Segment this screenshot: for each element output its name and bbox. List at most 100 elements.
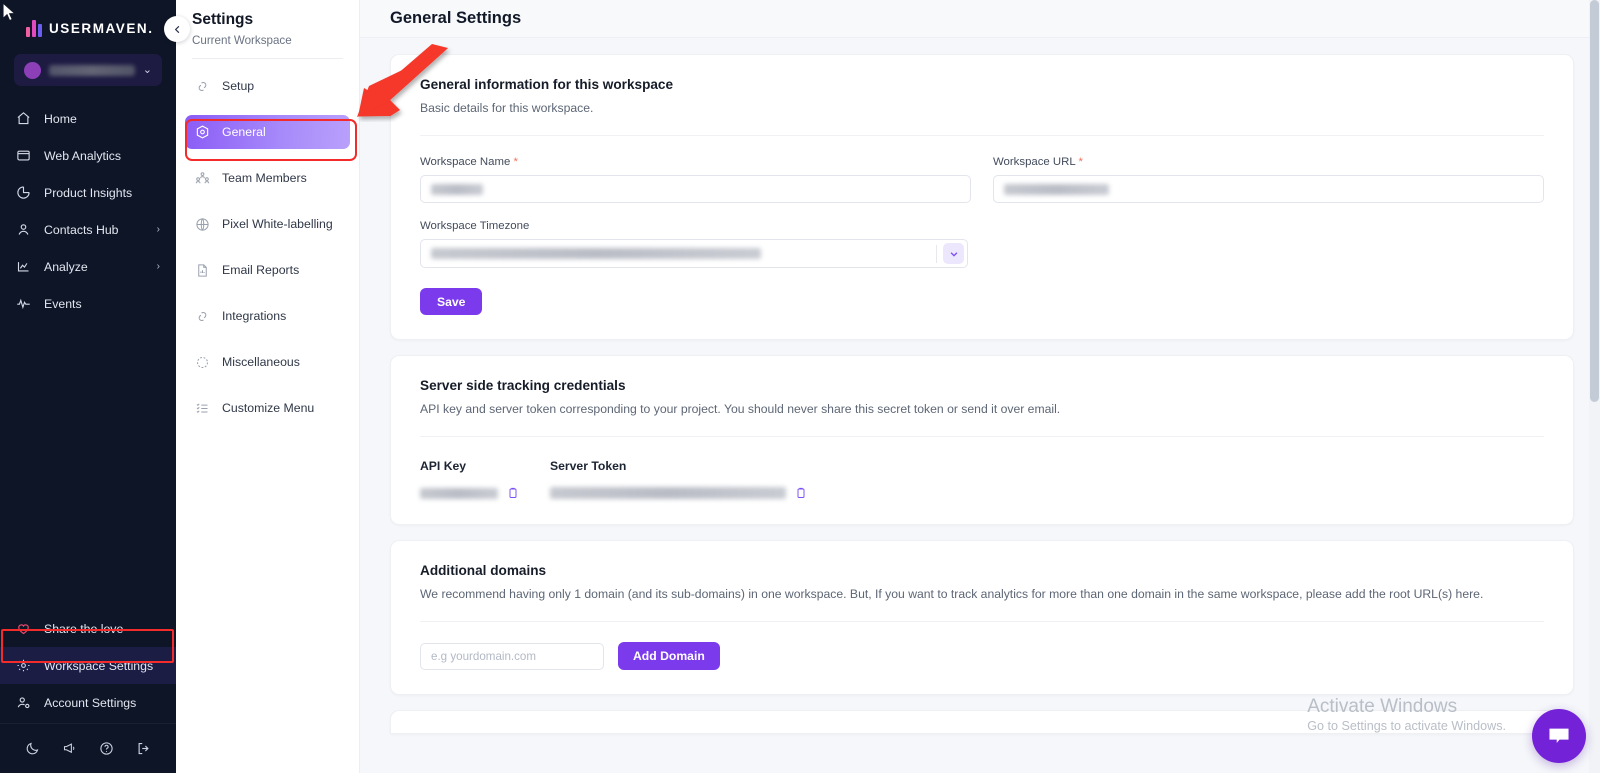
- main-content: General Settings General information for…: [360, 0, 1600, 773]
- dashed-circle-icon: [195, 355, 210, 370]
- workspace-timezone-label: Workspace Timezone: [420, 220, 968, 232]
- chart-area-icon: [16, 259, 31, 274]
- megaphone-icon[interactable]: [62, 741, 78, 757]
- home-icon: [16, 111, 31, 126]
- team-icon: [195, 171, 210, 186]
- primary-nav: Home Web Analytics Product Insights Cont…: [0, 100, 176, 322]
- heart-icon: [16, 621, 31, 636]
- settings-item-miscellaneous[interactable]: Miscellaneous: [185, 345, 350, 379]
- workspace-url-label: Workspace URL *: [993, 156, 1544, 168]
- save-button[interactable]: Save: [420, 288, 482, 315]
- globe-icon: [195, 217, 210, 232]
- workspace-timezone-field: Workspace Timezone: [420, 220, 968, 268]
- api-key-value-row: [420, 486, 550, 500]
- chevron-right-icon: ›: [157, 261, 160, 272]
- sidebar-item-label: Account Settings: [44, 696, 136, 710]
- settings-item-label: Email Reports: [222, 263, 299, 277]
- sidebar-item-label: Contacts Hub: [44, 223, 119, 237]
- target-icon: [195, 125, 210, 140]
- secondary-nav: Share the love Workspace Settings Accoun…: [0, 610, 176, 723]
- divider: [420, 135, 1544, 136]
- sidebar-item-analyze[interactable]: Analyze ›: [0, 248, 176, 285]
- settings-item-pixel-white-labelling[interactable]: Pixel White-labelling: [185, 207, 350, 241]
- settings-item-general[interactable]: General: [185, 115, 350, 149]
- sidebar-item-web-analytics[interactable]: Web Analytics: [0, 137, 176, 174]
- workspace-name-input[interactable]: [420, 175, 971, 203]
- settings-item-customize-menu[interactable]: Customize Menu: [185, 391, 350, 425]
- workspace-avatar: [24, 62, 41, 79]
- card-title: General information for this workspace: [420, 77, 1544, 92]
- sidebar-item-label: Product Insights: [44, 186, 132, 200]
- workspace-name-value-redacted: [431, 184, 483, 195]
- settings-panel: Settings Current Workspace Setup General: [176, 0, 360, 773]
- settings-item-email-reports[interactable]: Email Reports: [185, 253, 350, 287]
- link-icon: [195, 309, 210, 324]
- sidebar-item-events[interactable]: Events: [0, 285, 176, 322]
- chat-widget-button[interactable]: [1532, 709, 1586, 763]
- document-chart-icon: [195, 263, 210, 278]
- card-description: API key and server token corresponding t…: [420, 402, 1544, 416]
- settings-nav-list: Setup General Team Members Pixel White-l…: [176, 59, 359, 425]
- workspace-url-input[interactable]: [993, 175, 1544, 203]
- additional-domains-card: Additional domains We recommend having o…: [390, 540, 1574, 695]
- gear-icon: [16, 658, 31, 673]
- settings-item-integrations[interactable]: Integrations: [185, 299, 350, 333]
- user-gear-icon: [16, 695, 31, 710]
- workspace-url-field: Workspace URL *: [993, 156, 1544, 203]
- sidebar-item-workspace-settings[interactable]: Workspace Settings: [0, 647, 176, 684]
- sidebar-item-share-the-love[interactable]: Share the love: [0, 610, 176, 647]
- workspace-url-value-redacted: [1004, 184, 1109, 195]
- workspace-selector[interactable]: ⌄: [14, 54, 162, 86]
- pie-chart-icon: [16, 185, 31, 200]
- scrollbar-thumb[interactable]: [1590, 0, 1599, 402]
- add-domain-button[interactable]: Add Domain: [618, 642, 720, 670]
- sidebar-item-label: Share the love: [44, 622, 123, 636]
- help-circle-icon[interactable]: [99, 741, 115, 757]
- general-information-card: General information for this workspace B…: [390, 54, 1574, 340]
- domain-input[interactable]: [420, 643, 604, 670]
- divider: [936, 245, 937, 263]
- settings-item-setup[interactable]: Setup: [185, 69, 350, 103]
- clipboard-icon[interactable]: [507, 486, 519, 500]
- moon-icon[interactable]: [25, 741, 41, 757]
- chevron-left-icon: [172, 24, 183, 35]
- required-marker: *: [514, 156, 518, 168]
- sidebar-item-product-insights[interactable]: Product Insights: [0, 174, 176, 211]
- settings-item-label: Integrations: [222, 309, 286, 323]
- sidebar-item-label: Home: [44, 112, 77, 126]
- required-marker: *: [1078, 156, 1082, 168]
- workspace-timezone-select[interactable]: [420, 239, 968, 268]
- server-side-tracking-credentials-card: Server side tracking credentials API key…: [390, 355, 1574, 525]
- sidebar-item-home[interactable]: Home: [0, 100, 176, 137]
- credentials-row: API Key Server Token: [420, 459, 1544, 500]
- chevron-right-icon: ›: [157, 224, 160, 235]
- settings-item-label: Pixel White-labelling: [222, 217, 333, 231]
- collapse-sidebar-button[interactable]: [164, 16, 190, 42]
- workspace-timezone-value-redacted: [431, 248, 761, 259]
- pulse-icon: [16, 296, 31, 311]
- divider: [420, 621, 1544, 622]
- divider: [420, 436, 1544, 437]
- workspace-fields-row: Workspace Name * Workspace URL *: [420, 156, 1544, 203]
- sidebar-item-contacts-hub[interactable]: Contacts Hub ›: [0, 211, 176, 248]
- content-scroll-area: General information for this workspace B…: [360, 38, 1600, 773]
- settings-title: Settings: [176, 11, 359, 29]
- page-title: General Settings: [390, 9, 521, 28]
- settings-item-label: Team Members: [222, 171, 307, 185]
- logout-icon[interactable]: [136, 741, 152, 757]
- chevron-down-icon[interactable]: [943, 243, 964, 264]
- main-sidebar: USERMAVEN. ⌄ Home Web Analytics: [0, 0, 176, 773]
- link-icon: [195, 79, 210, 94]
- brand-logo[interactable]: USERMAVEN.: [0, 0, 176, 42]
- logo-bars-icon: [26, 20, 42, 37]
- sidebar-item-account-settings[interactable]: Account Settings: [0, 684, 176, 721]
- settings-item-label: General: [222, 125, 266, 139]
- vertical-scrollbar[interactable]: [1589, 0, 1600, 773]
- settings-subtitle: Current Workspace: [176, 29, 359, 47]
- settings-item-team-members[interactable]: Team Members: [185, 161, 350, 195]
- clipboard-icon[interactable]: [795, 486, 807, 500]
- sidebar-item-label: Workspace Settings: [44, 659, 153, 673]
- app-root: USERMAVEN. ⌄ Home Web Analytics: [0, 0, 1600, 773]
- add-domain-row: Add Domain: [420, 642, 1544, 670]
- server-token-column: Server Token: [550, 459, 807, 500]
